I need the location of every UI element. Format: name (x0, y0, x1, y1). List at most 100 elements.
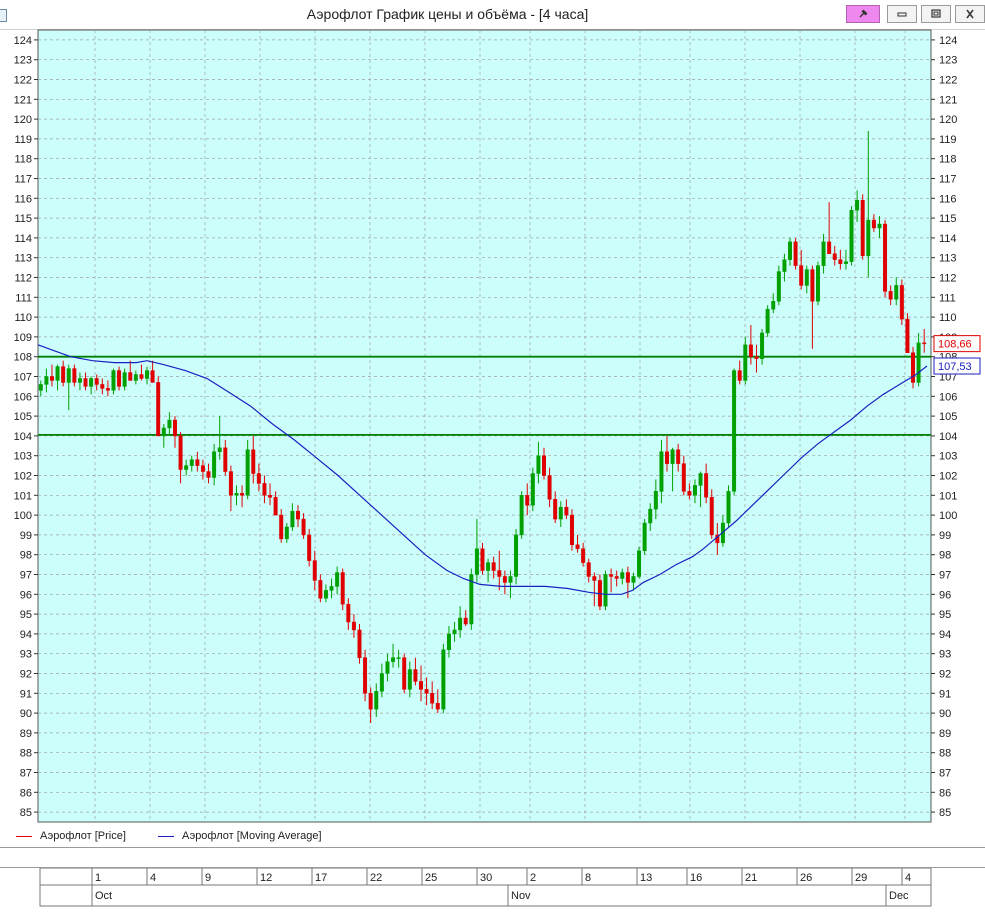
candle-body-40 (262, 483, 267, 496)
candle-body-21 (156, 382, 161, 437)
candle-body-12 (105, 388, 110, 391)
candle-body-81 (491, 562, 496, 571)
y-tick-label-left-108: 108 (14, 352, 32, 364)
y-tick-label-right-98: 98 (939, 550, 951, 562)
candle-body-33 (223, 447, 228, 472)
y-tick-label-right-87: 87 (939, 768, 951, 780)
price-chart[interactable]: 85 85 86 86 87 87 88 88 89 89 90 90 91 91 92 92 93 93 94 94… (0, 29, 985, 825)
candle-body-98 (586, 562, 591, 577)
candle-body-149 (871, 219, 876, 229)
pin-button[interactable] (846, 5, 880, 23)
candle-body-99 (592, 576, 597, 581)
chart-area[interactable]: 85 85 86 86 87 87 88 88 89 89 90 90 91 91 92 92 93 93 94 94… (0, 29, 985, 825)
candle-body-113 (670, 449, 675, 464)
candle-body-117 (692, 485, 697, 496)
y-tick-label-left-107: 107 (14, 372, 32, 384)
candle-body-61 (379, 673, 384, 692)
y-tick-label-right-119: 119 (939, 134, 957, 146)
y-tick-label-right-91: 91 (939, 688, 951, 700)
candle-body-88 (530, 473, 535, 506)
y-tick-label-left-116: 116 (14, 193, 32, 205)
candle-body-153 (894, 285, 899, 300)
candle-body-58 (363, 657, 368, 694)
y-tick-label-right-101: 101 (939, 490, 957, 502)
time-axis-svg: 1 4 9 12 17 22 25 30 2 8 13 16 21 26 29 4 Oct Nov Dec (39, 867, 932, 907)
candle-body-145 (849, 209, 854, 262)
legend-item-ma: Аэрофлот [Moving Average] (158, 830, 322, 842)
y-tick-label-right-106: 106 (939, 391, 957, 403)
legend-label-ma: Аэрофлот [Moving Average] (182, 830, 322, 842)
y-tick-label-left-103: 103 (14, 451, 32, 463)
minimize-button[interactable] (887, 5, 917, 23)
day-label-10: 13 (640, 872, 652, 884)
y-tick-label-left-119: 119 (14, 134, 32, 146)
candle-body-151 (883, 223, 888, 292)
candle-body-63 (391, 657, 396, 662)
maximize-button[interactable] (921, 5, 951, 23)
day-label-12: 21 (745, 872, 757, 884)
time-axis: 1 4 9 12 17 22 25 30 2 8 13 16 21 26 29 4 Oct Nov Dec (0, 867, 985, 907)
y-tick-label-left-91: 91 (20, 688, 32, 700)
y-tick-label-left-94: 94 (20, 629, 32, 641)
legend-item-price: Аэрофлот [Price] (16, 830, 126, 842)
y-tick-label-left-114: 114 (14, 233, 32, 245)
candle-body-42 (273, 497, 278, 516)
y-tick-label-left-122: 122 (14, 75, 32, 87)
candle-body-38 (251, 449, 256, 474)
y-tick-label-right-120: 120 (939, 114, 957, 126)
candle-body-28 (195, 459, 200, 466)
candle-body-133 (782, 259, 787, 272)
y-tick-label-right-114: 114 (939, 233, 957, 245)
candle-body-48 (307, 534, 312, 561)
candle-body-152 (888, 291, 893, 300)
day-label-7: 30 (480, 872, 492, 884)
candle-body-82 (497, 570, 502, 577)
candle-body-90 (542, 455, 546, 476)
candle-body-118 (698, 473, 703, 486)
candle-body-13 (111, 370, 116, 391)
candle-body-27 (189, 459, 194, 466)
candle-body-156 (911, 352, 916, 383)
y-tick-label-left-104: 104 (14, 431, 32, 443)
month-label-2: Dec (889, 890, 909, 902)
candle-body-68 (419, 681, 423, 690)
candle-body-73 (446, 633, 451, 650)
candle-body-102 (609, 574, 614, 577)
close-button[interactable] (955, 5, 985, 23)
candle-body-4 (61, 366, 66, 383)
y-tick-label-right-90: 90 (939, 708, 951, 720)
candle-body-16 (128, 372, 133, 381)
month-label-0: Oct (95, 890, 112, 902)
y-tick-label-left-85: 85 (20, 807, 32, 819)
y-tick-label-left-112: 112 (14, 273, 32, 285)
candle-body-86 (519, 495, 524, 536)
day-label-2: 9 (205, 872, 211, 884)
candle-body-67 (413, 669, 418, 682)
y-tick-label-left-97: 97 (20, 570, 32, 582)
y-tick-label-left-123: 123 (14, 55, 32, 67)
day-label-14: 29 (855, 872, 867, 884)
candle-body-66 (407, 669, 412, 690)
candle-body-43 (279, 514, 284, 540)
y-tick-label-left-111: 111 (15, 292, 32, 304)
y-tick-label-right-96: 96 (939, 589, 951, 601)
candle-body-45 (290, 510, 295, 528)
y-tick-label-right-124: 124 (939, 35, 957, 47)
candle-body-18 (139, 374, 144, 379)
candle-body-11 (100, 384, 105, 389)
candle-body-110 (653, 491, 658, 510)
y-tick-label-right-103: 103 (939, 451, 957, 463)
y-tick-label-left-99: 99 (20, 530, 32, 542)
y-tick-label-left-110: 110 (14, 312, 32, 324)
y-tick-label-right-89: 89 (939, 728, 951, 740)
candle-body-0 (38, 384, 43, 391)
candle-body-57 (357, 629, 362, 658)
title-bar: Аэрофлот График цены и объёма - [4 часа] (0, 0, 985, 30)
y-tick-label-left-117: 117 (14, 174, 32, 186)
candle-body-6 (72, 368, 77, 383)
y-tick-label-left-120: 120 (14, 114, 32, 126)
candle-body-115 (681, 463, 686, 492)
candle-body-108 (642, 522, 647, 551)
y-tick-label-right-116: 116 (939, 193, 957, 205)
y-tick-label-right-85: 85 (939, 807, 951, 819)
